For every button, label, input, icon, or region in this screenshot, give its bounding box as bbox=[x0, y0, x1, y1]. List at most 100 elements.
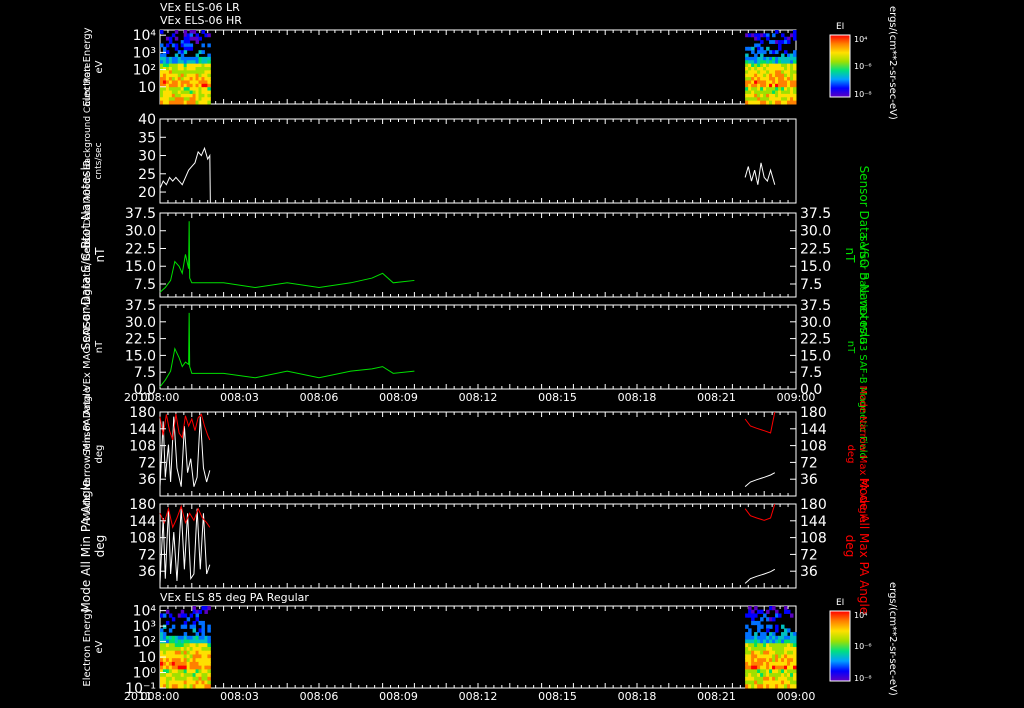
heatmap-cell bbox=[195, 70, 200, 75]
heatmap-cell bbox=[751, 643, 755, 648]
heatmap-cell bbox=[201, 97, 205, 102]
heatmap-cell bbox=[186, 93, 191, 98]
heatmap-cell bbox=[186, 60, 191, 65]
heatmap-cell bbox=[192, 90, 197, 95]
heatmap-cell bbox=[775, 650, 779, 655]
heatmap-cell bbox=[745, 661, 749, 667]
heatmap-cell bbox=[162, 87, 167, 92]
heatmap-cell bbox=[766, 46, 770, 51]
heatmap-cell bbox=[180, 658, 185, 663]
heatmap-cell bbox=[189, 680, 194, 685]
panel-frame-mag-saf-b bbox=[159, 304, 797, 390]
heatmap-cell bbox=[790, 680, 794, 685]
heatmap-cell bbox=[775, 50, 779, 55]
heatmap-cell bbox=[189, 80, 194, 85]
heatmap-cell bbox=[757, 63, 761, 68]
y-tick-label: 30.0 bbox=[125, 315, 156, 331]
heatmap-cell bbox=[186, 654, 191, 659]
heatmap-cell bbox=[186, 669, 191, 674]
heatmap-cell bbox=[198, 647, 202, 652]
heatmap-cell bbox=[183, 36, 188, 41]
heatmap-cell bbox=[168, 36, 173, 41]
heatmap-cell bbox=[754, 639, 758, 644]
heatmap-cell bbox=[204, 650, 208, 655]
heatmap-cell bbox=[171, 100, 176, 105]
time-tick-label: 008:06 bbox=[300, 391, 339, 404]
heatmap-cell bbox=[195, 632, 200, 637]
heatmap-cell bbox=[760, 46, 764, 51]
heatmap-cell bbox=[745, 60, 749, 65]
heatmap-cell bbox=[189, 673, 194, 678]
heatmap-cell bbox=[790, 654, 794, 659]
heatmap-cell bbox=[160, 53, 164, 58]
heatmap-cell bbox=[207, 63, 211, 68]
heatmap-cell bbox=[769, 73, 773, 78]
heatmap-cell bbox=[204, 73, 208, 78]
heatmap-cell bbox=[766, 661, 770, 667]
heatmap-cell bbox=[745, 639, 749, 644]
heatmap-cell bbox=[192, 654, 197, 659]
y-tick-label: 0.0 bbox=[134, 382, 156, 398]
heatmap-cell bbox=[781, 87, 785, 92]
heatmap-cell bbox=[772, 680, 776, 685]
heatmap-cell bbox=[201, 632, 205, 637]
heatmap-cell bbox=[198, 635, 202, 641]
heatmap-cell bbox=[751, 684, 755, 689]
heatmap-cell bbox=[748, 647, 752, 652]
heatmap-cell bbox=[198, 676, 202, 682]
heatmap-cell bbox=[790, 650, 794, 655]
heatmap-cell bbox=[189, 661, 194, 667]
colorbar-label: EI bbox=[836, 22, 844, 32]
heatmap-cell bbox=[775, 60, 779, 65]
heatmap-cell bbox=[766, 33, 770, 38]
heatmap-cell bbox=[192, 609, 197, 614]
heatmap-cell bbox=[183, 635, 188, 641]
heatmap-cell bbox=[204, 647, 208, 652]
panel-frame-bmag-vso bbox=[159, 212, 797, 298]
heatmap-cell bbox=[745, 669, 749, 674]
heatmap-cell bbox=[177, 684, 182, 689]
y-tick-label-right: 144 bbox=[800, 422, 827, 438]
heatmap-cell bbox=[189, 635, 194, 641]
heatmap-cell bbox=[751, 33, 755, 38]
colorbar-tick: 10⁻⁸ bbox=[854, 90, 872, 99]
heatmap-cell bbox=[775, 97, 779, 102]
y-tick-label: 37.5 bbox=[125, 298, 156, 314]
y-tick-label: 10⁻¹ bbox=[125, 681, 156, 697]
heatmap-cell bbox=[186, 647, 191, 652]
heatmap-cell bbox=[754, 650, 758, 655]
heatmap-cell bbox=[778, 77, 782, 81]
y-tick-label-right: 15.0 bbox=[800, 348, 831, 364]
heatmap-cell bbox=[757, 67, 761, 71]
heatmap-cell bbox=[198, 56, 202, 61]
heatmap-cell bbox=[784, 83, 788, 88]
heatmap-cell bbox=[177, 60, 182, 65]
heatmap-cell bbox=[195, 669, 200, 674]
time-tick-label: 009:00 bbox=[777, 690, 816, 703]
heatmap-cell bbox=[781, 624, 785, 629]
heatmap-cell bbox=[198, 620, 202, 626]
heatmap-cell bbox=[760, 673, 764, 678]
heatmap-cell bbox=[754, 97, 758, 102]
heatmap-cell bbox=[162, 643, 167, 648]
heatmap-cell bbox=[198, 93, 202, 98]
heatmap-cell bbox=[198, 97, 202, 102]
heatmap-cell bbox=[754, 36, 758, 41]
y-tick-label: 35 bbox=[138, 130, 156, 146]
heatmap-cell bbox=[751, 665, 755, 670]
heatmap-cell bbox=[204, 93, 208, 98]
heatmap-cell bbox=[787, 661, 791, 667]
heatmap-cell bbox=[775, 639, 779, 644]
heatmap-cell bbox=[162, 90, 167, 95]
heatmap-cell bbox=[760, 90, 764, 95]
heatmap-cell bbox=[775, 83, 779, 88]
heatmap-cell bbox=[192, 100, 197, 105]
heatmap-cell bbox=[174, 673, 179, 678]
heatmap-cell bbox=[790, 53, 794, 58]
heatmap-cell bbox=[769, 665, 773, 670]
heatmap-cell bbox=[189, 93, 194, 98]
heatmap-cell bbox=[198, 80, 202, 85]
heatmap-cell bbox=[174, 53, 179, 58]
heatmap-cell bbox=[160, 650, 164, 655]
heatmap-cell bbox=[757, 90, 761, 95]
